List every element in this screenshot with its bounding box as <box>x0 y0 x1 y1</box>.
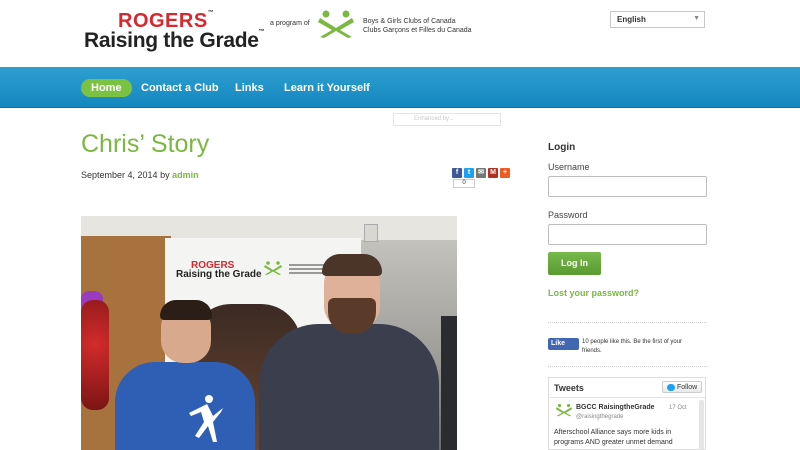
share-count: 0 <box>453 179 475 188</box>
twitter-follow-button[interactable]: Follow <box>662 381 702 393</box>
post-meta: September 4, 2014 by admin <box>81 170 199 180</box>
main-nav: Home Contact a Club Links Learn it Yours… <box>0 67 800 108</box>
post-photo: ROGERS Raising the Grade <box>81 216 457 450</box>
username-field[interactable] <box>548 176 707 197</box>
login-title: Login <box>548 142 576 153</box>
sidebar-divider <box>548 366 707 367</box>
tweets-separator <box>549 397 705 398</box>
post-by: by <box>160 170 170 180</box>
bgc-avatar-icon[interactable] <box>555 403 573 417</box>
photo-banner-rtg: Raising the Grade <box>176 269 262 280</box>
share-icons: f t ✉ M + <box>452 168 512 178</box>
login-button[interactable]: Log In <box>548 252 601 275</box>
tweet-date[interactable]: 17 Oct <box>669 405 687 411</box>
tweet-author-name[interactable]: BGCC RaisingtheGrade <box>576 404 655 411</box>
username-label: Username <box>548 162 590 172</box>
photo-dark-edge <box>441 316 457 450</box>
email-icon[interactable]: ✉ <box>476 168 486 178</box>
sidebar-divider <box>548 322 707 323</box>
photo-person1-hoodie <box>115 362 255 450</box>
twitter-bird-icon <box>667 384 675 391</box>
facebook-like-text: 10 people like this. Be the first of you… <box>582 339 683 354</box>
search-input[interactable]: Enhanced by... <box>393 113 501 126</box>
photo-red-decoration <box>81 300 109 410</box>
post-date: September 4, 2014 <box>81 170 158 180</box>
raising-the-grade-logo[interactable]: Raising the Grade™ <box>84 29 265 53</box>
nav-home[interactable]: Home <box>81 79 132 97</box>
more-icon[interactable]: + <box>500 168 510 178</box>
photo-speaker <box>364 224 378 242</box>
program-of-text: a program of <box>270 20 310 27</box>
tweet-body: Afterschool Alliance says more kids in p… <box>554 429 673 446</box>
post-title: Chris’ Story <box>81 130 210 158</box>
password-field[interactable] <box>548 224 707 245</box>
password-label: Password <box>548 210 588 220</box>
photo-person2-hair <box>322 254 382 276</box>
tweet-author-handle[interactable]: @raisingthegrade <box>576 414 623 420</box>
photo-person2-shirt <box>259 324 439 450</box>
gmail-icon[interactable]: M <box>488 168 498 178</box>
twitter-timeline: Tweets Follow BGCC RaisingtheGrade @rais… <box>548 377 706 450</box>
tweets-title: Tweets <box>554 383 584 393</box>
lost-password-link[interactable]: Lost your password? <box>548 288 639 298</box>
facebook-like-button[interactable]: Like <box>548 338 579 350</box>
photo-person1-hair <box>160 300 212 320</box>
nav-links[interactable]: Links <box>235 79 264 97</box>
post-author-link[interactable]: admin <box>172 170 199 180</box>
photo-banner-bgc-icon <box>264 261 282 275</box>
bgc-name: Boys & Girls Clubs of Canada Clubs Garço… <box>363 18 472 34</box>
nav-learn-it-yourself[interactable]: Learn it Yourself <box>284 79 370 97</box>
jumpman-icon <box>189 395 223 442</box>
twitter-icon[interactable]: t <box>464 168 474 178</box>
bgc-logo-icon <box>318 10 354 38</box>
language-select[interactable]: English ▼ <box>610 11 705 28</box>
chevron-down-icon: ▼ <box>693 15 700 22</box>
facebook-icon[interactable]: f <box>452 168 462 178</box>
site-header: ROGERS™ Raising the Grade™ a program of … <box>0 0 800 67</box>
tweets-scrollbar[interactable] <box>699 400 704 450</box>
nav-contact-a-club[interactable]: Contact a Club <box>141 79 219 97</box>
